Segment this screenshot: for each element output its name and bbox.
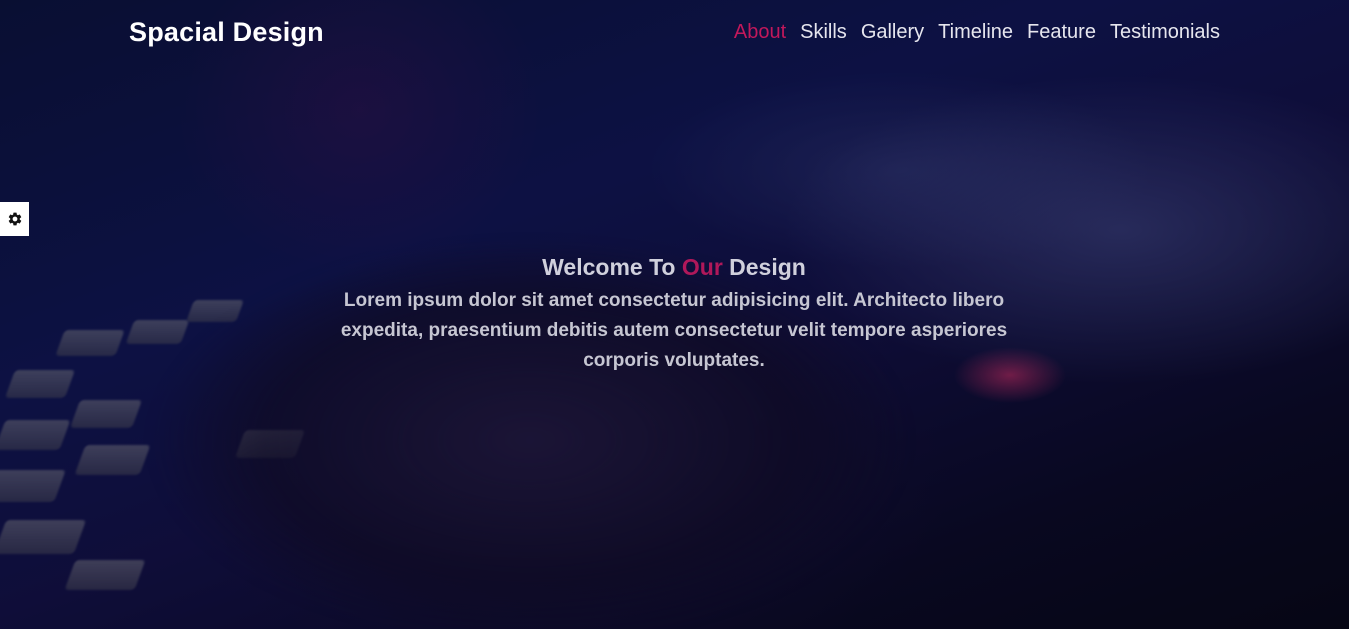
hero-title: Welcome To Our Design <box>324 252 1024 282</box>
nav-links: About Skills Gallery Timeline Feature Te… <box>734 21 1220 44</box>
navbar: Spacial Design About Skills Gallery Time… <box>0 0 1349 68</box>
hero-content: Welcome To Our Design Lorem ipsum dolor … <box>324 252 1024 376</box>
hero-section: Spacial Design About Skills Gallery Time… <box>0 0 1349 629</box>
gear-icon <box>7 211 23 227</box>
nav-link-timeline[interactable]: Timeline <box>938 21 1013 44</box>
hero-title-accent: Our <box>681 254 723 280</box>
nav-link-testimonials[interactable]: Testimonials <box>1110 21 1220 44</box>
nav-link-gallery[interactable]: Gallery <box>861 21 924 44</box>
settings-toggle-button[interactable] <box>0 202 29 236</box>
brand-logo[interactable]: Spacial Design <box>129 17 324 48</box>
hero-title-part2: Design <box>722 254 806 280</box>
nav-link-skills[interactable]: Skills <box>800 21 847 44</box>
hero-description: Lorem ipsum dolor sit amet consectetur a… <box>340 290 1008 371</box>
hero-title-part1: Welcome To <box>542 254 682 280</box>
nav-link-about[interactable]: About <box>734 21 786 44</box>
nav-link-feature[interactable]: Feature <box>1027 21 1096 44</box>
